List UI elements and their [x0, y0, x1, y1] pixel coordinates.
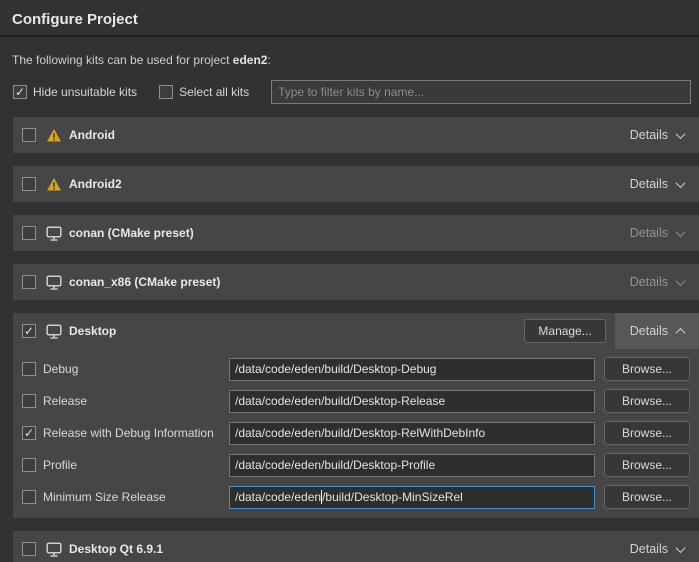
details-button[interactable]: Details — [615, 313, 699, 349]
kit-checkbox[interactable] — [22, 177, 36, 191]
browse-button[interactable]: Browse... — [604, 357, 690, 381]
kit-row-conan-x86[interactable]: conan_x86 (CMake preset) Details — [13, 264, 699, 300]
config-label: Release with Debug Information — [43, 426, 214, 440]
build-config-row-profile: Profile Browse... — [22, 453, 690, 477]
kit-list: Android Details Android2 Details conan (… — [13, 117, 699, 562]
build-dir-input[interactable] — [229, 422, 595, 445]
kit-name: Android2 — [69, 177, 122, 191]
config-checkbox[interactable] — [22, 394, 36, 408]
config-label: Minimum Size Release — [43, 490, 166, 504]
desktop-icon — [45, 275, 62, 290]
chevron-down-icon — [676, 178, 686, 188]
details-label: Details — [630, 177, 668, 191]
chevron-down-icon — [676, 227, 686, 237]
kit-row-desktop-qt[interactable]: Desktop Qt 6.9.1 Details — [13, 531, 699, 562]
details-button[interactable]: Details — [615, 215, 699, 251]
warning-icon — [45, 177, 62, 192]
kit-row-android[interactable]: Android Details — [13, 117, 699, 153]
kit-name: Desktop Qt 6.9.1 — [69, 542, 163, 556]
kit-name: conan_x86 (CMake preset) — [69, 275, 220, 289]
desktop-icon — [45, 324, 62, 339]
config-checkbox[interactable] — [22, 458, 36, 472]
kit-checkbox[interactable] — [22, 128, 36, 142]
manage-button[interactable]: Manage... — [524, 319, 605, 343]
intro-text: The following kits can be used for proje… — [0, 37, 699, 67]
desktop-icon — [45, 226, 62, 241]
details-label: Details — [630, 128, 668, 142]
config-label: Debug — [43, 362, 78, 376]
details-label: Details — [630, 324, 668, 338]
desktop-icon — [45, 542, 62, 557]
window-header: Configure Project — [0, 0, 699, 35]
config-label: Profile — [43, 458, 77, 472]
kit-name: Android — [69, 128, 115, 142]
project-name: eden2 — [233, 53, 268, 67]
details-label: Details — [630, 542, 668, 556]
hide-unsuitable-kits-toggle[interactable]: Hide unsuitable kits — [13, 85, 137, 99]
details-label: Details — [630, 275, 668, 289]
kit-row-desktop[interactable]: Desktop Manage... Details — [13, 313, 699, 349]
build-config-row-debug: Debug Browse... — [22, 357, 690, 381]
chevron-down-icon — [676, 543, 686, 553]
hide-unsuitable-checkbox[interactable] — [13, 85, 27, 99]
kit-name: Desktop — [69, 324, 116, 338]
browse-button[interactable]: Browse... — [604, 453, 690, 477]
kit-checkbox[interactable] — [22, 542, 36, 556]
kit-checkbox[interactable] — [22, 275, 36, 289]
page-title: Configure Project — [12, 11, 687, 28]
details-button[interactable]: Details — [615, 531, 699, 562]
browse-button[interactable]: Browse... — [604, 485, 690, 509]
config-checkbox[interactable] — [22, 426, 36, 440]
details-button[interactable]: Details — [615, 264, 699, 300]
chevron-down-icon — [676, 129, 686, 139]
config-checkbox[interactable] — [22, 362, 36, 376]
details-label: Details — [630, 226, 668, 240]
browse-button[interactable]: Browse... — [604, 389, 690, 413]
chevron-up-icon — [676, 327, 686, 337]
filter-toolbar: Hide unsuitable kits Select all kits — [0, 67, 699, 104]
build-dir-input[interactable] — [229, 390, 595, 413]
select-all-checkbox[interactable] — [159, 85, 173, 99]
build-dir-input[interactable] — [229, 454, 595, 477]
details-button[interactable]: Details — [615, 166, 699, 202]
kit-checkbox[interactable] — [22, 324, 36, 338]
kit-filter-input[interactable] — [271, 80, 691, 104]
details-button[interactable]: Details — [615, 117, 699, 153]
hide-unsuitable-label: Hide unsuitable kits — [33, 85, 137, 99]
kit-name: conan (CMake preset) — [69, 226, 194, 240]
build-dir-input-focused[interactable]: /data/code/eden/build/Desktop-MinSizeRel — [229, 486, 595, 509]
config-checkbox[interactable] — [22, 490, 36, 504]
kit-panel-desktop: Desktop Manage... Details Debug Browse..… — [13, 313, 699, 518]
config-label: Release — [43, 394, 87, 408]
select-all-kits-toggle[interactable]: Select all kits — [159, 85, 249, 99]
chevron-down-icon — [676, 276, 686, 286]
kit-row-android2[interactable]: Android2 Details — [13, 166, 699, 202]
browse-button[interactable]: Browse... — [604, 421, 690, 445]
build-config-row-release: Release Browse... — [22, 389, 690, 413]
select-all-label: Select all kits — [179, 85, 249, 99]
kit-checkbox[interactable] — [22, 226, 36, 240]
kit-row-conan[interactable]: conan (CMake preset) Details — [13, 215, 699, 251]
build-dir-input[interactable] — [229, 358, 595, 381]
build-config-row-minsizerel: Minimum Size Release /data/code/eden/bui… — [22, 485, 690, 509]
build-config-row-relwithdebinfo: Release with Debug Information Browse... — [22, 421, 690, 445]
warning-icon — [45, 128, 62, 143]
